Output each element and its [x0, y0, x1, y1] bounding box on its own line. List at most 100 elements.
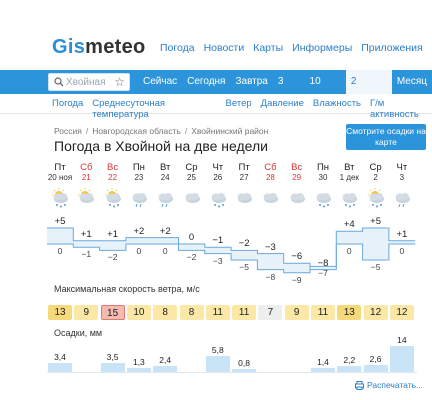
tab-now[interactable]: Сейчас	[138, 70, 182, 94]
day-header: Вт 24	[152, 162, 178, 183]
cloudy-drizzle-icon	[395, 193, 410, 208]
breadcrumb-region[interactable]: Новгородская область	[92, 126, 181, 136]
subnav-geomagnetic[interactable]: Г/м активность	[370, 98, 432, 120]
day-date: 26	[213, 173, 223, 182]
search-icon	[54, 77, 64, 87]
day-date: 25	[187, 173, 196, 182]
subnav-avg-temp[interactable]: Среднесуточная температура	[92, 98, 216, 120]
tab-month[interactable]: Месяц	[392, 70, 432, 94]
day-name: Пн	[316, 162, 330, 173]
precip-bar	[205, 356, 230, 372]
wind-speed: 8	[179, 305, 204, 320]
page-title: Погода в Хвойной на две недели	[54, 138, 268, 154]
nav-informery[interactable]: Информеры	[292, 42, 352, 54]
wind-speed: 11	[311, 305, 335, 320]
temp-max: +2	[133, 225, 145, 237]
nav-karty[interactable]: Карты	[253, 42, 283, 54]
subnav-wind[interactable]: Ветер	[226, 98, 252, 120]
day-header: Сб 28	[257, 162, 283, 183]
precip-value: 2,6	[369, 353, 382, 364]
temp-min: −7	[318, 268, 328, 279]
day-header: Пн 23	[126, 162, 152, 183]
day-name: Ср	[185, 162, 198, 173]
wind-speed: 7	[258, 305, 283, 320]
temp-max: +1	[396, 228, 408, 240]
cloudy-snow-icon	[316, 193, 331, 208]
cloudy-icon	[290, 193, 305, 203]
day-header: Пн 30	[310, 162, 336, 183]
temp-max: −2	[238, 238, 250, 250]
temp-min: −1	[81, 249, 92, 260]
search-input[interactable]: Хвойная ☆	[48, 73, 130, 91]
precip-value: 0,8	[238, 358, 250, 368]
precip-value: 1,4	[317, 357, 329, 368]
day-date: 20 ноя	[47, 173, 73, 182]
tab-today[interactable]: Сегодня	[182, 70, 230, 94]
tab-3-days[interactable]: 3 дня	[273, 70, 305, 111]
print-link[interactable]: Распечатать...	[355, 380, 423, 390]
cloudy-snow-icon	[342, 193, 358, 208]
wind-speed: 15	[100, 305, 125, 320]
gismeteo-logo[interactable]: Gismeteo	[52, 36, 146, 59]
temp-max: +1	[80, 228, 92, 240]
nav-pogoda[interactable]: Погода	[160, 42, 195, 54]
day-name: Вт	[344, 162, 355, 173]
breadcrumb-country[interactable]: Россия	[54, 126, 82, 136]
wind-speed: 12	[389, 305, 414, 320]
precip-value: 5,8	[211, 345, 224, 356]
day-name: Чт	[396, 162, 408, 173]
nav-prilozheniya[interactable]: Приложения	[361, 42, 422, 54]
day-header: Ср 25	[179, 162, 205, 183]
precip-bar	[48, 362, 72, 372]
day-name: Вс	[291, 162, 303, 173]
temp-max: +4	[343, 219, 355, 231]
precip-value: 3,5	[106, 351, 119, 362]
tab-tomorrow[interactable]: Завтра	[230, 70, 272, 94]
day-header: Вс 22	[100, 162, 126, 183]
wind-speed: 10	[126, 305, 151, 320]
day-date: 2	[373, 173, 378, 182]
wind-speed: 9	[284, 305, 309, 320]
subnav-weather[interactable]: Погода	[52, 98, 83, 120]
subnav-pressure[interactable]: Давление	[261, 98, 304, 120]
period-tabs: Сейчас Сегодня Завтра 3 дня 10 дней 2 не…	[138, 70, 432, 111]
day-name: Сб	[80, 162, 93, 173]
breadcrumb-district[interactable]: Хвойнинский район	[191, 126, 268, 136]
breadcrumb: Россия / Новгородская область / Хвойнинс…	[54, 126, 268, 136]
day-name: Пт	[54, 162, 66, 173]
logo-part-2: meteo	[85, 36, 146, 58]
temp-min: −8	[265, 271, 276, 282]
day-header: Сб 21	[73, 162, 99, 183]
day-date: 30	[318, 173, 328, 182]
wind-speed: 13	[48, 305, 72, 320]
day-date: 1 дек	[339, 173, 359, 182]
temp-min: 0	[136, 246, 142, 256]
nav-novosti[interactable]: Новости	[204, 42, 245, 54]
cloudy-snow-icon	[211, 193, 226, 208]
day-name: Вс	[107, 162, 119, 173]
wind-section-label: Максимальная скорость ветра, м/с	[54, 284, 200, 294]
temp-min: 0	[346, 246, 352, 256]
tab-10-days[interactable]: 10 дней	[305, 70, 346, 111]
precip-bar	[363, 364, 388, 372]
tab-2-weeks[interactable]: 2 недели	[345, 70, 392, 111]
day-date: 24	[160, 173, 170, 182]
temp-min: −9	[291, 274, 302, 285]
cloudy-drizzle-icon	[158, 193, 174, 208]
day-date: 27	[239, 173, 249, 182]
precip-map-button[interactable]: Смотрите осадки на карте	[346, 124, 426, 150]
wind-speed: 8	[153, 305, 178, 320]
subnav-humidity[interactable]: Влажность	[313, 98, 361, 120]
temp-min: −2	[107, 252, 118, 263]
temp-max: −8	[317, 257, 329, 269]
favorite-star-icon[interactable]: ☆	[114, 75, 125, 89]
breadcrumb-sep-2: /	[184, 126, 188, 136]
precip-baseline	[47, 372, 417, 373]
partly-cloudy-icon	[78, 188, 95, 203]
wind-speed: 13	[337, 305, 362, 320]
temp-min: −3	[212, 255, 223, 266]
breadcrumb-sep-1: /	[85, 126, 89, 136]
search-placeholder: Хвойная	[66, 77, 106, 88]
wind-speed: 9	[74, 305, 99, 320]
precip-value: 14	[397, 335, 407, 345]
